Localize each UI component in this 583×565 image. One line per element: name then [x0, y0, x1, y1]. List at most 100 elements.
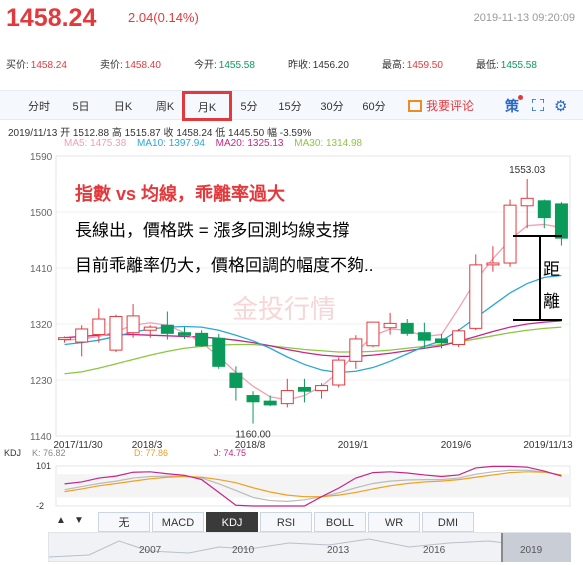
x-tick-label: 2019/6	[441, 440, 472, 451]
candle	[366, 321, 380, 347]
tab-30min[interactable]: 30分	[318, 98, 346, 114]
tab-60min[interactable]: 60分	[360, 98, 388, 114]
timeline-year: 2019	[520, 545, 543, 556]
candle	[263, 400, 277, 406]
indicator-tab-wr[interactable]: WR	[368, 512, 420, 532]
tab-5day[interactable]: 5日	[68, 98, 94, 114]
indicator-tab-rsi[interactable]: RSI	[260, 512, 312, 532]
candle	[58, 337, 72, 341]
period-tabs: 分时 5日 日K 周K 月K 5分 15分 30分 60分 我要评论 策 ⚙	[0, 90, 583, 121]
candle	[109, 316, 123, 351]
y-tick-label: 1320	[30, 320, 53, 331]
y-tick-label: 1140	[30, 432, 52, 443]
ohlc-readout: 2019/11/13 开 1512.88 高 1515.87 收 1458.24…	[8, 128, 312, 139]
ma5-legend: MA5: 1475.38	[64, 138, 127, 149]
candle	[520, 197, 534, 207]
x-tick-label: 2019/11/13	[523, 440, 573, 451]
tab-monthly-k[interactable]: 月K	[182, 91, 232, 121]
indicator-tab-dmi[interactable]: DMI	[422, 512, 474, 532]
y-tick-label: 1230	[30, 376, 53, 387]
candle	[280, 390, 294, 405]
candle	[92, 318, 106, 336]
indicator-tabs: 无 MACD KDJ RSI BOLL WR DMI	[48, 512, 570, 532]
candle	[486, 262, 500, 266]
timeline-navigator[interactable]: 2007 2010 2013 2016 2019	[48, 532, 571, 562]
tab-5min[interactable]: 5分	[236, 98, 262, 114]
low-label: 1160.00	[235, 430, 271, 441]
tab-daily-k[interactable]: 日K	[110, 98, 136, 114]
kdj-tick-label: 101	[36, 461, 51, 471]
candle	[554, 203, 568, 239]
candle	[160, 324, 174, 334]
quote-details: 买价: 1458.24 卖价: 1458.40 今开: 1455.58 昨收: 1456…	[0, 56, 583, 72]
indicator-tab-kdj[interactable]: KDJ	[206, 512, 258, 532]
x-tick-label: 2019/1	[338, 440, 369, 451]
timeline-sparkline	[49, 538, 569, 558]
candle	[537, 200, 551, 219]
candle	[400, 322, 414, 334]
y-tick-label: 1500	[30, 208, 53, 219]
price-change: 2.04(0.14%)	[128, 10, 199, 25]
indicator-tab-macd[interactable]: MACD	[152, 512, 204, 532]
quote-low: 最低: 1455.58	[476, 60, 537, 71]
tab-intraday[interactable]: 分时	[26, 98, 52, 114]
kdj-tick-label: -2	[36, 501, 44, 511]
gear-icon[interactable]: ⚙	[554, 97, 567, 115]
quote-ask: 卖价: 1458.40	[100, 60, 161, 71]
comment-button[interactable]: 我要评论	[408, 97, 474, 114]
annotation-vertical-1: 距	[543, 260, 560, 279]
candle	[143, 326, 157, 331]
quote-timestamp: 2019-11-13 09:20:09	[473, 12, 575, 24]
timeline-year: 2010	[232, 545, 255, 556]
edit-icon	[408, 100, 422, 112]
y-tick-label: 1590	[30, 152, 53, 163]
indicator-tab-boll[interactable]: BOLL	[314, 512, 366, 532]
candle	[178, 332, 191, 336]
watermark: 金投行情	[232, 295, 336, 325]
candle	[452, 330, 466, 346]
notification-dot	[518, 95, 523, 100]
candle	[383, 322, 397, 329]
kdj-label: KDJ	[4, 448, 21, 458]
quote-header: 1458.24 2.04(0.14%) 2019-11-13 09:20:09	[0, 0, 583, 40]
kdj-d-label: D: 77.86	[134, 448, 168, 458]
candle	[315, 385, 329, 392]
tab-15min[interactable]: 15分	[276, 98, 304, 114]
ma20-legend: MA20: 1325.13	[215, 138, 284, 149]
candle	[332, 359, 346, 386]
annotation-line-1: 長線出，價格跌 = 漲多回測均線支撐	[75, 221, 350, 240]
quote-bid: 买价: 1458.24	[6, 60, 67, 71]
candle	[75, 328, 89, 343]
y-tick-label: 1410	[30, 264, 53, 275]
quote-open: 今开: 1455.58	[194, 60, 255, 71]
tab-weekly-k[interactable]: 周K	[152, 98, 178, 114]
candle	[349, 338, 363, 362]
kdj-k-label: K: 76.82	[32, 448, 66, 458]
quote-prev-close: 昨收: 1456.20	[288, 60, 349, 71]
timeline-year: 2013	[327, 545, 350, 556]
candle	[503, 204, 517, 264]
annotation-line-2: 目前乖離率仍大，價格回調的幅度不夠..	[75, 256, 374, 275]
candle	[297, 386, 311, 392]
candle	[246, 395, 260, 403]
last-price: 1458.24	[6, 4, 97, 32]
annotation-title: 指數 vs 均線，乖離率過大	[75, 184, 286, 204]
candle	[469, 264, 483, 329]
ma30-legend: MA30: 1314.98	[294, 138, 363, 149]
ma-legend: MA5: 1475.38 MA10: 1397.94 MA20: 1325.13…	[64, 138, 370, 149]
candle	[229, 372, 243, 388]
candle	[417, 332, 431, 341]
candle	[435, 338, 448, 344]
kdj-j-label: J: 74.75	[214, 448, 246, 458]
candle	[126, 315, 140, 334]
annotation-vertical-2: 離	[543, 292, 560, 311]
strategy-button[interactable]: 策	[505, 95, 523, 116]
fullscreen-icon[interactable]	[532, 99, 544, 111]
candle	[212, 337, 226, 367]
high-label: 1553.03	[509, 165, 546, 176]
timeline-year: 2007	[139, 545, 162, 556]
candle	[195, 332, 209, 347]
indicator-tab-none[interactable]: 无	[98, 512, 150, 532]
ma10-legend: MA10: 1397.94	[137, 138, 205, 149]
timeline-year: 2016	[423, 545, 446, 556]
